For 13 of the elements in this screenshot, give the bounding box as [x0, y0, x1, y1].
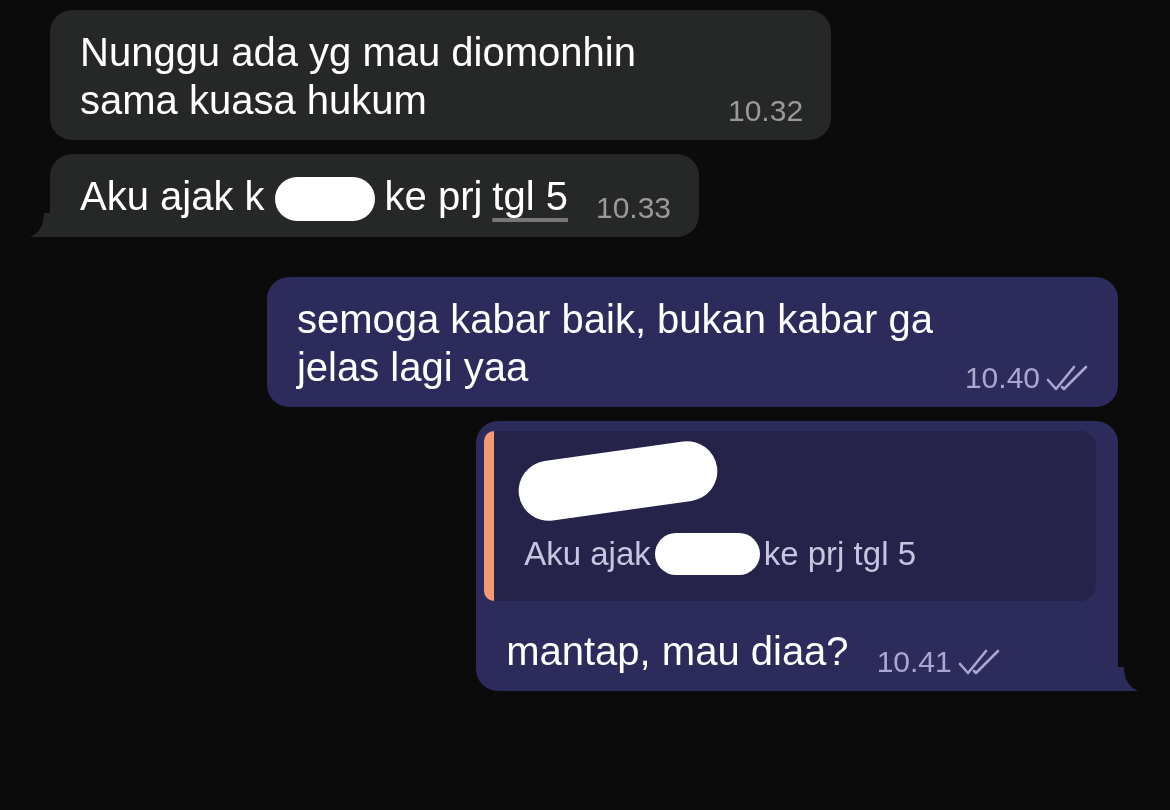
message-text: ke prj	[384, 174, 483, 218]
message-time: 10.40	[964, 361, 1040, 396]
quoted-reply[interactable]: Aku ajak ke prj tgl 5	[484, 431, 1096, 602]
message-text: Aku ajak k	[80, 174, 265, 218]
message-text: mantap, mau diaa?	[506, 629, 849, 674]
date-link[interactable]: tgl 5	[492, 174, 568, 218]
message-text: Nunggu ada yg mau diomonhin sama kuasa hukum	[80, 30, 636, 122]
message-text: semoga kabar baik, bukan kabar ga jelas lagi yaa	[296, 297, 933, 390]
quoted-text: ke prj tgl 5	[763, 535, 916, 574]
message-time: 10.41	[876, 645, 952, 680]
message-time: 10.32	[728, 94, 804, 128]
quoted-text: Aku ajak	[524, 535, 651, 574]
message-time: 10.33	[595, 191, 672, 226]
